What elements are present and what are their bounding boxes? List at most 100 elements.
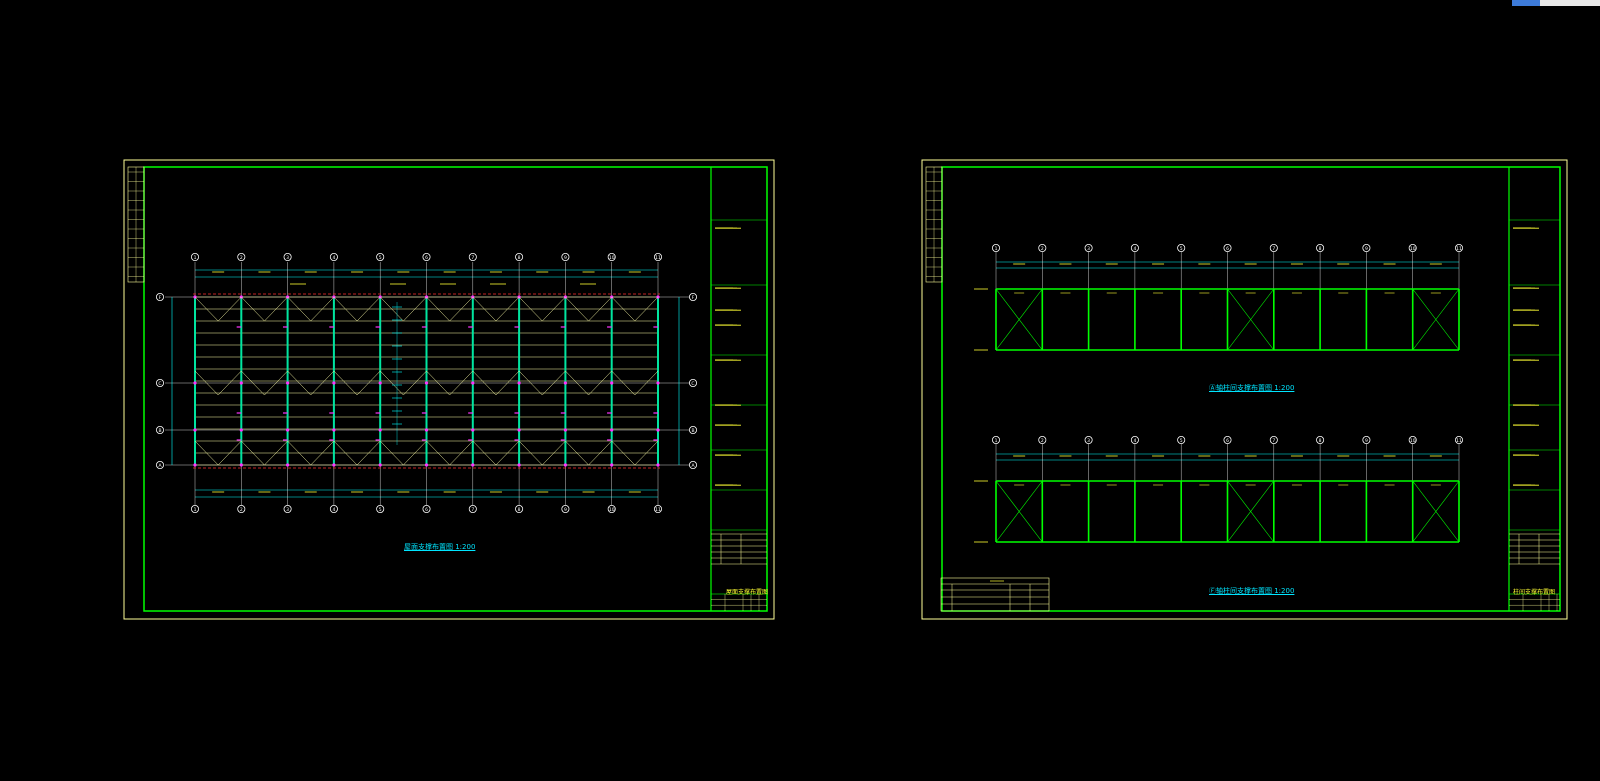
column-node	[378, 463, 382, 467]
axis-bubble-label: 3	[286, 255, 289, 261]
viewcube-button[interactable]	[1512, 0, 1540, 6]
column-node	[332, 463, 336, 467]
row-bubble-left: C	[155, 378, 164, 387]
axis-bubble-label: 5	[379, 255, 382, 261]
axis-bubble-label: 4	[332, 507, 335, 513]
axis-bubble-bottom: 3	[283, 504, 292, 513]
row-bubble-left: F	[155, 292, 164, 301]
axis-bubble-bottom: 2	[237, 504, 246, 513]
axis-bubble-top: 4	[329, 252, 338, 261]
signature-box	[710, 593, 768, 612]
elev-axis-bubble: 5	[1177, 243, 1186, 252]
axis-bubble-label: 11	[655, 255, 661, 261]
axis-bubble-label: 1	[995, 246, 998, 252]
column-node	[656, 463, 660, 467]
axis-bubble-label: C	[691, 381, 694, 387]
axis-bubble-bottom: 5	[376, 504, 385, 513]
elev-axis-bubble: 2	[1038, 243, 1047, 252]
sheet2-title-block-name: 柱间支撑布置图	[1513, 589, 1556, 596]
navigation-cube-icon[interactable]	[1512, 0, 1600, 6]
axis-bubble-label: 9	[564, 255, 567, 261]
elev-axis-bubble: 11	[1455, 243, 1464, 252]
axis-bubble-top: 6	[422, 252, 431, 261]
axis-bubble-label: 11	[655, 507, 661, 513]
axis-bubble-label: 5	[1180, 438, 1183, 444]
axis-bubble-bottom: 4	[329, 504, 338, 513]
elev-axis-bubble: 8	[1316, 243, 1325, 252]
axis-bubble-label: 3	[1087, 438, 1090, 444]
axis-bubble-label: 5	[379, 507, 382, 513]
elev-axis-bubble: 10	[1408, 435, 1417, 444]
axis-bubble-top: 3	[283, 252, 292, 261]
column-node	[517, 463, 521, 467]
column-node	[471, 428, 475, 432]
column-node	[424, 428, 429, 432]
elev-axis-bubble: 6	[1223, 435, 1232, 444]
axis-bubble-label: 11	[1456, 438, 1462, 444]
axis-bubble-label: 6	[425, 255, 428, 261]
axis-bubble-bottom: 6	[422, 504, 431, 513]
axis-bubble-bottom: 9	[561, 504, 570, 513]
column-node	[286, 381, 290, 385]
axis-bubble-top: 1	[190, 252, 199, 261]
elevation-a-caption: Ⓐ轴柱间支撑布置图 1:200	[1209, 384, 1295, 392]
axis-bubble-label: 6	[1226, 438, 1229, 444]
axis-bubble-bottom: 7	[468, 504, 477, 513]
row-bubble-left: B	[155, 425, 164, 434]
signature-box	[1508, 593, 1561, 612]
cad-drawing-canvas[interactable]: 11223344556677889910101111F FC CB BA A1 2 3 4 5 6…	[0, 0, 1600, 781]
elev-axis-bubble: 4	[1130, 435, 1139, 444]
axis-bubble-label: 9	[1365, 246, 1368, 252]
elev-axis-bubble: 4	[1130, 243, 1139, 252]
column-node	[378, 428, 382, 432]
column-node	[517, 381, 521, 385]
axis-bubble-bottom: 11	[654, 504, 663, 513]
elev-axis-bubble: 10	[1408, 243, 1417, 252]
column-node	[286, 463, 290, 467]
axis-bubble-top: 9	[561, 252, 570, 261]
axis-bubble-label: 8	[518, 507, 521, 513]
axis-bubble-label: 1	[995, 438, 998, 444]
column-node	[286, 428, 290, 432]
elevation-f-caption: Ⓕ轴柱间支撑布置图 1:200	[1209, 587, 1295, 595]
axis-bubble-label: C	[158, 381, 161, 387]
material-table-frame	[940, 577, 1050, 612]
column-node	[332, 381, 336, 385]
material-table	[940, 577, 1050, 612]
axis-bubble-label: 1	[194, 507, 197, 513]
elev-axis-bubble: 6	[1223, 243, 1232, 252]
column-node	[610, 463, 614, 467]
axis-bubble-label: B	[158, 428, 161, 434]
axis-bubble-label: 10	[1410, 246, 1416, 252]
axis-bubble-label: 4	[1133, 246, 1136, 252]
axis-bubble-label: 2	[1041, 438, 1044, 444]
column-bracing-elevations: 1 2 3 4 5 6 7 8 9 10 111 2 3 4 5 6 7 8 9 10 11	[940, 243, 1464, 612]
column-node	[563, 428, 568, 432]
sheet1-title-block-name: 屋面支撑布置图	[726, 589, 769, 596]
elev-axis-bubble: 11	[1455, 435, 1464, 444]
axis-bubble-label: 6	[1226, 246, 1229, 252]
column-node	[193, 381, 197, 385]
axis-bubble-label: 4	[332, 255, 335, 261]
axis-bubble-label: 5	[1180, 246, 1183, 252]
column-node	[332, 428, 336, 432]
elev-axis-bubble: 3	[1084, 435, 1093, 444]
axis-bubble-label: 2	[240, 255, 243, 261]
axis-bubble-label: 2	[240, 507, 243, 513]
axis-bubble-label: 7	[471, 255, 474, 261]
axis-bubble-label: 2	[1041, 246, 1044, 252]
axis-bubble-label: F	[692, 295, 695, 301]
row-bubble-right: B	[689, 425, 698, 434]
axis-bubble-label: 3	[1087, 246, 1090, 252]
axis-bubble-label: 1	[194, 255, 197, 261]
axis-bubble-label: 7	[471, 507, 474, 513]
axis-bubble-label: 7	[1272, 246, 1275, 252]
axis-bubble-top: 8	[515, 252, 524, 261]
column-node	[239, 463, 243, 467]
axis-bubble-top: 7	[468, 252, 477, 261]
column-node	[656, 381, 660, 385]
column-node	[424, 463, 429, 467]
axis-bubble-top: 5	[376, 252, 385, 261]
axis-bubble-label: 7	[1272, 438, 1275, 444]
axis-bubble-label: 10	[1410, 438, 1416, 444]
